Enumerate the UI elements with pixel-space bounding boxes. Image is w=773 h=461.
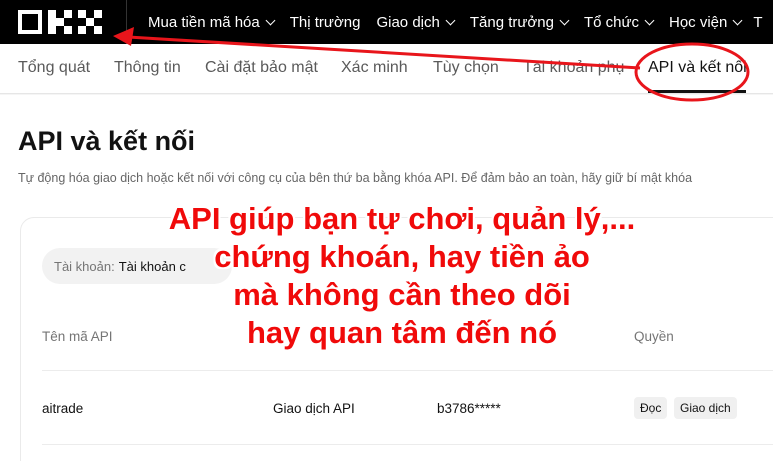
chevron-down-icon (644, 15, 655, 25)
nav-item-truncated[interactable]: T (753, 14, 762, 31)
annotation-line: hay quan tâm đến nó (246, 315, 558, 350)
tab-subaccounts[interactable]: Tài khoản phụ (523, 59, 624, 77)
annotation-text: API giúp bạn tự chơi, quản lý,... chứng … (122, 200, 682, 352)
tab-profile[interactable]: Thông tin (114, 59, 181, 77)
api-key-name: aitrade (42, 401, 84, 416)
table-row-divider (42, 444, 773, 445)
active-tab-indicator (648, 90, 746, 93)
top-nav: Mua tiền mã hóa Thị trường Giao dịch Tăn… (0, 0, 773, 44)
nav-item-markets[interactable]: Thị trường (290, 14, 361, 31)
annotation-line: API giúp bạn tự chơi, quản lý,... (168, 201, 636, 236)
chevron-down-icon (265, 15, 276, 25)
annotation-line: chứng khoán, hay tiền ảo (214, 239, 590, 274)
api-key-type: Giao dịch API (273, 401, 355, 416)
tab-overview[interactable]: Tổng quát (18, 59, 90, 77)
annotation-line: mà không cần theo dõi (233, 277, 571, 312)
tab-security[interactable]: Cài đặt bảo mật (205, 59, 318, 77)
account-subtabs: Tổng quát Thông tin Cài đặt bảo mật Xác … (0, 44, 773, 94)
nav-item-learn[interactable]: Học viện (669, 14, 743, 31)
chevron-down-icon (732, 15, 743, 25)
tab-preferences[interactable]: Tùy chọn (433, 59, 499, 77)
nav-item-grow[interactable]: Tăng trưởng (470, 14, 570, 31)
page-description: Tự động hóa giao dịch hoặc kết nối với c… (18, 171, 693, 185)
chevron-down-icon (445, 15, 456, 25)
column-header-api-name: Tên mã API (42, 329, 113, 344)
permission-badge-trade: Giao dịch (674, 397, 737, 419)
okx-logo-icon[interactable] (18, 10, 102, 34)
tab-api[interactable]: API và kết nối (648, 59, 747, 77)
nav-item-institutional[interactable]: Tổ chức (584, 14, 655, 31)
permission-badge-read: Đọc (634, 397, 668, 419)
chevron-down-icon (559, 15, 570, 25)
nav-item-buy-crypto[interactable]: Mua tiền mã hóa (148, 14, 276, 31)
nav-item-trade[interactable]: Giao dịch (376, 14, 456, 31)
tab-verification[interactable]: Xác minh (341, 59, 408, 77)
nav-divider (126, 0, 127, 44)
page-title: API và kết nối (18, 126, 196, 156)
account-label: Tài khoản: (54, 258, 115, 274)
nav-menu: Mua tiền mã hóa Thị trường Giao dịch Tăn… (140, 0, 763, 44)
table-divider (42, 370, 773, 371)
api-key-value: b3786***** (437, 401, 501, 416)
